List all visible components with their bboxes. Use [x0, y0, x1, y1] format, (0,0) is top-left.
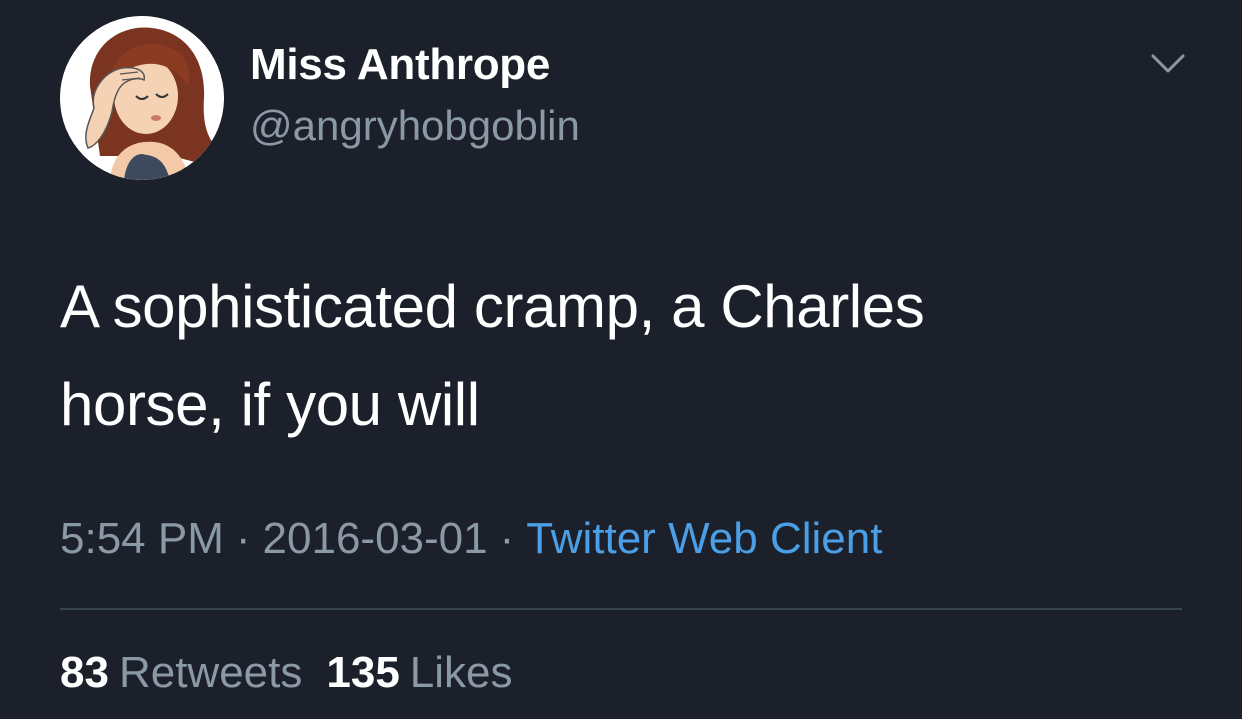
user-handle[interactable]: @angryhobgoblin: [250, 102, 580, 150]
tweet-text-line-2: horse, if you will: [60, 371, 480, 438]
retweets-label: Retweets: [118, 648, 303, 697]
likes-stat[interactable]: 135 Likes: [326, 648, 512, 698]
tweet-time: 5:54 PM: [60, 514, 224, 563]
tweet-stats: 83 Retweets 135 Likes: [60, 648, 537, 698]
tweet-text-line-1: A sophisticated cramp, a Charles: [60, 273, 925, 340]
retweets-stat[interactable]: 83 Retweets: [60, 648, 302, 698]
tweet-source-link[interactable]: Twitter Web Client: [526, 514, 882, 563]
separator-dot: ·: [499, 514, 515, 563]
separator-dot: ·: [235, 514, 251, 563]
retweets-count: 83: [60, 648, 109, 697]
tweet-metadata: 5:54 PM · 2016-03-01 · Twitter Web Client: [60, 514, 882, 564]
tweet-text: A sophisticated cramp, a Charles horse, …: [60, 258, 1160, 454]
tweet-card: Miss Anthrope @angryhobgoblin A sophisti…: [0, 0, 1242, 719]
likes-count: 135: [326, 648, 400, 697]
avatar[interactable]: [60, 16, 224, 180]
divider: [60, 608, 1182, 610]
chevron-down-icon[interactable]: [1150, 52, 1186, 76]
display-name[interactable]: Miss Anthrope: [250, 40, 550, 90]
likes-label: Likes: [409, 648, 513, 697]
avatar-illustration: [60, 16, 224, 180]
tweet-date: 2016-03-01: [262, 514, 488, 563]
